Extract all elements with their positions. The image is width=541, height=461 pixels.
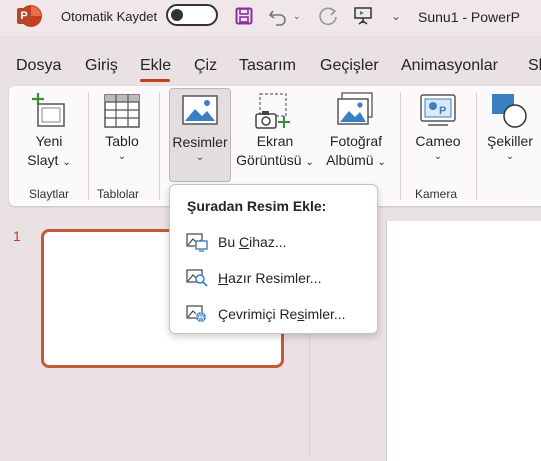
cameo-icon: P: [408, 88, 468, 132]
svg-text:P: P: [439, 105, 446, 117]
menu-item-label: Çevrimiçi Resimler...: [218, 306, 346, 322]
cameo-label: Cameo: [415, 133, 461, 149]
redo-icon[interactable]: [316, 6, 340, 26]
autosave-label: Otomatik Kaydet: [61, 9, 158, 24]
screenshot-button[interactable]: Ekran Görüntüsü ⌄: [234, 88, 316, 172]
menu-item-online-images[interactable]: Çevrimiçi Resimler...: [171, 298, 376, 330]
group-label-kamera: Kamera: [415, 187, 458, 201]
undo-icon[interactable]: [266, 6, 290, 26]
autosave-toggle[interactable]: [166, 4, 218, 26]
photo-album-label-2: Albümü: [326, 152, 374, 168]
menu-item-label: Hazır Resimler...: [218, 270, 322, 286]
table-button[interactable]: Tablo ⌄: [96, 88, 148, 163]
tab-ekle[interactable]: Ekle: [140, 57, 171, 75]
tab-animasyonlar[interactable]: Animasyonlar: [401, 57, 498, 75]
powerpoint-logo-icon: P: [17, 5, 42, 27]
new-slide-icon: [21, 88, 77, 132]
group-label-tablolar: Tablolar: [97, 187, 140, 201]
shapes-button[interactable]: Şekiller ⌄: [482, 88, 538, 163]
table-label: Tablo: [105, 133, 139, 149]
ribbon-tabs: Dosya Giriş Ekle Çiz Tasarım Geçişler An…: [0, 52, 541, 84]
menu-item-stock-images[interactable]: Hazır Resimler...: [171, 262, 376, 294]
photo-album-button[interactable]: Fotoğraf Albümü ⌄: [321, 88, 391, 172]
pictures-button[interactable]: Resimler ⌄: [169, 88, 231, 182]
presenter-icon[interactable]: [352, 6, 374, 26]
chevron-down-icon: ⌄: [62, 157, 71, 168]
title-bar: P Otomatik Kaydet ⌄ ⌄ Sunu1 - PowerP: [0, 0, 541, 36]
cameo-button[interactable]: P Cameo ⌄: [408, 88, 468, 163]
photo-album-label-1: Fotoğraf: [329, 133, 383, 149]
chevron-down-icon: ⌄: [505, 151, 515, 162]
pictures-label: Resimler: [172, 134, 228, 150]
device-image-icon: [186, 232, 208, 252]
active-tab-indicator: [140, 79, 170, 82]
separator: [476, 92, 477, 200]
menu-title: Şuradan Resim Ekle:: [187, 198, 327, 214]
group-label-slaytlar: Slaytlar: [29, 187, 70, 201]
new-slide-button[interactable]: Yeni Slayt ⌄: [21, 88, 77, 172]
stock-images-icon: [186, 268, 208, 288]
document-title: Sunu1 - PowerP: [418, 9, 520, 25]
tab-tasarim[interactable]: Tasarım: [239, 57, 296, 75]
tab-giris[interactable]: Giriş: [85, 57, 118, 75]
screenshot-label-1: Ekran: [256, 133, 294, 149]
customize-toolbar-icon[interactable]: ⌄: [391, 6, 401, 26]
pictures-icon: [170, 89, 230, 133]
chevron-down-icon: ⌄: [377, 157, 386, 168]
tab-gecisler[interactable]: Geçişler: [320, 57, 379, 75]
separator: [400, 92, 401, 200]
chevron-down-icon: ⌄: [195, 152, 205, 163]
online-images-icon: [186, 304, 208, 324]
menu-item-label: Bu Cihaz...: [218, 234, 287, 250]
separator: [88, 92, 89, 200]
chevron-down-icon: ⌄: [433, 151, 443, 162]
shapes-icon: [482, 88, 538, 132]
tab-dosya[interactable]: Dosya: [16, 57, 61, 75]
slide-canvas[interactable]: [386, 221, 541, 461]
save-icon[interactable]: [234, 6, 254, 26]
shapes-label: Şekiller: [487, 133, 533, 149]
chevron-down-icon: ⌄: [117, 151, 127, 162]
table-icon: [96, 88, 148, 132]
chevron-down-icon: ⌄: [305, 157, 314, 168]
photo-album-icon: [321, 88, 391, 132]
new-slide-label-1: Yeni: [35, 133, 63, 149]
insert-picture-menu: Şuradan Resim Ekle: Bu Cihaz... Hazır Re…: [169, 184, 378, 334]
tab-slayt-gosterisi[interactable]: Sl: [528, 57, 541, 75]
screenshot-label-2: Görüntüsü: [236, 152, 302, 168]
slide-number: 1: [13, 228, 21, 244]
separator: [159, 92, 160, 200]
undo-dropdown-icon[interactable]: ⌄: [293, 6, 301, 26]
screenshot-icon: [234, 88, 316, 132]
new-slide-label-2: Slayt: [27, 152, 59, 168]
tab-ciz[interactable]: Çiz: [194, 57, 217, 75]
menu-item-this-device[interactable]: Bu Cihaz...: [171, 226, 376, 258]
